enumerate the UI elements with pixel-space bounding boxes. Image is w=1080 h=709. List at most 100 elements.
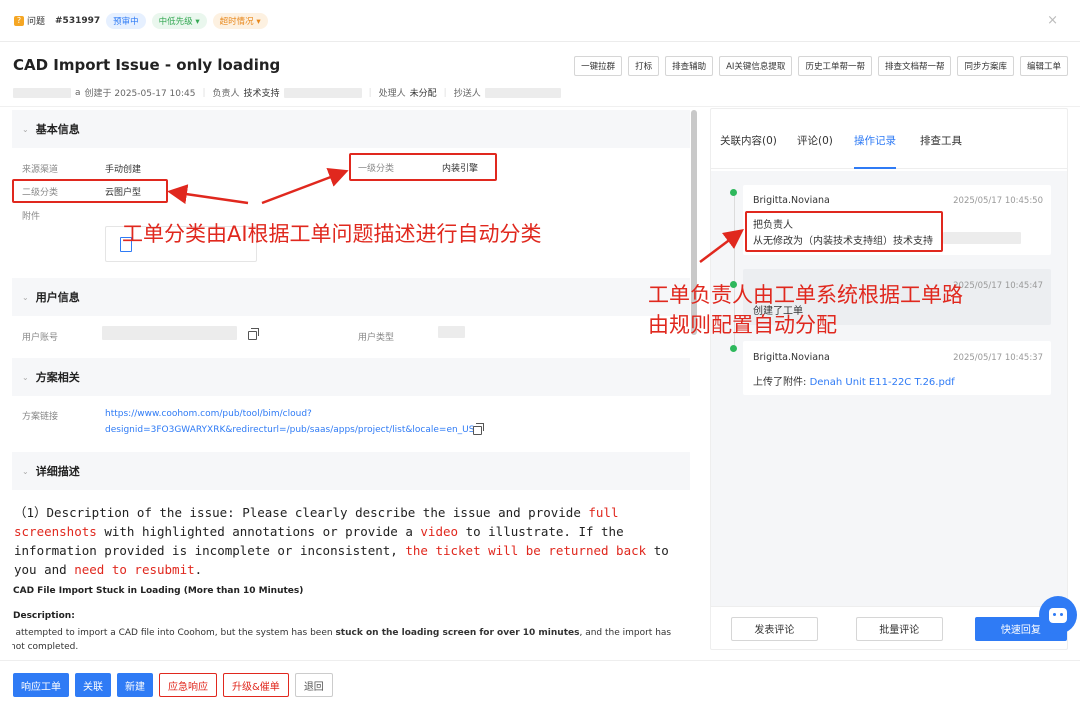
ticket-type-label: 问题 xyxy=(27,17,46,27)
create-group-button[interactable]: 一键拉群 xyxy=(574,56,623,76)
text-run-highlight: need to resubmit xyxy=(74,562,195,577)
priority-dropdown[interactable]: 中低先级 ▾ xyxy=(151,12,207,29)
ticket-toolbar: 一键拉群 打标 排查辅助 AI关键信息提取 历史工单帮一帮 排查文档帮一帮 同步… xyxy=(574,56,1068,76)
section-header-user[interactable]: ⌄ 用户信息 xyxy=(12,278,690,316)
section-title: 用户信息 xyxy=(35,291,80,304)
ticket-title: CAD Import Issue - only loading xyxy=(13,56,281,74)
chatbot-icon[interactable] xyxy=(1039,596,1077,634)
owner-value: 技术支持 xyxy=(243,89,280,99)
sync-solutions-button[interactable]: 同步方案库 xyxy=(957,56,1014,76)
owner-name-redacted xyxy=(283,87,362,98)
timeout-dropdown[interactable]: 超时情况 ▾ xyxy=(212,12,268,29)
handler-value: 未分配 xyxy=(409,89,437,99)
log-entry: Brigitta.Noviana 2025/05/17 10:45:37 上传了… xyxy=(743,341,1051,395)
close-icon[interactable]: × xyxy=(1047,13,1058,28)
active-tab-indicator xyxy=(854,167,896,169)
section-header-plan[interactable]: ⌄ 方案相关 xyxy=(12,358,690,396)
emergency-response-button[interactable]: 应急响应 xyxy=(159,673,217,697)
header-divider xyxy=(0,106,1080,107)
section-header-detail[interactable]: ⌄ 详细描述 xyxy=(12,452,690,490)
handler-label: 处理人 xyxy=(378,89,406,99)
plan-link-line2[interactable]: designid=3FO3GWARYXRK&redirecturl=/pub/s… xyxy=(105,425,474,435)
log-user: Brigitta.Noviana xyxy=(753,195,830,206)
history-tickets-button[interactable]: 历史工单帮一帮 xyxy=(798,56,872,76)
link-button[interactable]: 关联 xyxy=(75,673,111,697)
troubleshoot-assist-button[interactable]: 排查辅助 xyxy=(665,56,714,76)
text-run: I attempted to import a CAD file into Co… xyxy=(12,628,336,638)
collapse-chevron-icon: ⌄ xyxy=(22,372,29,382)
collapse-chevron-icon: ⌄ xyxy=(22,124,29,134)
user-type-label: 用户类型 xyxy=(358,333,395,343)
ticket-type: ? 问题 xyxy=(14,14,45,27)
tab-operation-log[interactable]: 操作记录 xyxy=(854,133,896,148)
creator-name-redacted xyxy=(13,87,71,98)
created-time: 创建于 2025-05-17 10:45 xyxy=(84,89,196,99)
activity-tabs: 关联内容(0) 评论(0) 操作记录 排查工具 xyxy=(711,109,1067,169)
activity-panel: 关联内容(0) 评论(0) 操作记录 排查工具 Brigitta.Noviana… xyxy=(710,108,1068,650)
annotation-assign-line2: 由规则配置自动分配 xyxy=(648,313,837,337)
tab-troubleshoot-tools[interactable]: 排查工具 xyxy=(920,133,962,148)
log-time: 2025/05/17 10:45:37 xyxy=(953,353,1043,363)
description-label: Description: xyxy=(13,611,75,621)
respond-ticket-button[interactable]: 响应工单 xyxy=(13,673,69,697)
ticket-meta: a 创建于 2025-05-17 10:45 | 负责人 技术支持 | 处理人 … xyxy=(13,86,561,99)
tag-button[interactable]: 打标 xyxy=(628,56,660,76)
log-text-label: 上传了附件: xyxy=(753,377,810,388)
escalate-button[interactable]: 升级&催单 xyxy=(223,673,289,697)
log-name-redacted xyxy=(943,232,1021,244)
section-header-basic[interactable]: ⌄ 基本信息 xyxy=(12,110,690,148)
attachment-label: 附件 xyxy=(22,212,41,222)
new-button[interactable]: 新建 xyxy=(117,673,153,697)
log-user: Brigitta.Noviana xyxy=(753,352,830,363)
text-run-highlight: the ticket will be returned back xyxy=(405,543,647,558)
plan-link-line1[interactable]: https://www.coohom.com/pub/tool/bim/clou… xyxy=(105,409,312,419)
cc-label: 抄送人 xyxy=(453,89,481,99)
log-text: 上传了附件: Denah Unit E11-22C T.26.pdf xyxy=(753,373,955,388)
post-comment-button[interactable]: 发表评论 xyxy=(731,616,818,641)
annotation-assign-line1: 工单负责人由工单系统根据工单路 xyxy=(648,283,963,307)
creator-suffix: a xyxy=(75,87,81,98)
ticket-action-bar: 响应工单 关联 新建 应急响应 升级&催单 退回 xyxy=(0,660,1080,709)
cc-names-redacted xyxy=(484,87,561,98)
annotation-classify: 工单分类由AI根据工单问题描述进行自动分类 xyxy=(122,222,542,246)
log-time: 2025/05/17 10:45:50 xyxy=(953,196,1043,206)
owner-label: 负责人 xyxy=(212,89,240,99)
annotation-box-category1 xyxy=(349,153,497,181)
plan-link-label: 方案链接 xyxy=(22,412,59,422)
edit-ticket-button[interactable]: 编辑工单 xyxy=(1019,56,1068,76)
ticket-header-bar: ? 问题 #531997 预审中 中低先级 ▾ 超时情况 ▾ × xyxy=(0,0,1080,42)
section-title: 方案相关 xyxy=(35,371,80,384)
description-instructions: （1）Description of the issue: Please clea… xyxy=(14,503,674,579)
annotation-box-owner-change xyxy=(745,211,943,252)
tab-related[interactable]: 关联内容(0) xyxy=(720,133,777,148)
annotation-box-category2 xyxy=(12,179,168,203)
batch-comment-button[interactable]: 批量评论 xyxy=(855,616,943,641)
troubleshoot-docs-button[interactable]: 排查文档帮一帮 xyxy=(877,56,952,76)
status-badge: 预审中 xyxy=(106,12,146,29)
copy-icon[interactable] xyxy=(473,423,484,435)
text-run: with highlighted annotations or provide … xyxy=(96,524,421,539)
return-button[interactable]: 退回 xyxy=(294,673,333,697)
account-value-redacted xyxy=(102,326,237,340)
text-run-highlight: video xyxy=(420,524,459,539)
section-title: 基本信息 xyxy=(35,123,80,136)
description-body: I attempted to import a CAD file into Co… xyxy=(12,626,678,650)
timeline-dot xyxy=(730,345,737,352)
copy-icon[interactable] xyxy=(248,328,259,340)
meta-separator: | xyxy=(202,87,206,98)
ticket-id: #531997 xyxy=(55,15,101,26)
user-type-redacted xyxy=(438,326,465,338)
description-heading: CAD File Import Stuck in Loading (More t… xyxy=(13,586,304,596)
attachment-link[interactable]: Denah Unit E11-22C T.26.pdf xyxy=(810,377,955,388)
collapse-chevron-icon: ⌄ xyxy=(22,466,29,476)
ai-extract-button[interactable]: AI关键信息提取 xyxy=(719,56,793,76)
text-run: . xyxy=(194,562,203,577)
text-run: （1）Description of the issue: Please clea… xyxy=(14,505,589,520)
meta-separator: | xyxy=(443,87,447,98)
timeline-dot xyxy=(730,189,737,196)
tab-comments[interactable]: 评论(0) xyxy=(797,133,833,148)
source-label: 来源渠道 xyxy=(22,165,59,175)
question-icon: ? xyxy=(14,15,24,26)
activity-footer: 发表评论 批量评论 快速回复 xyxy=(711,606,1067,650)
source-value: 手动创建 xyxy=(105,165,142,175)
